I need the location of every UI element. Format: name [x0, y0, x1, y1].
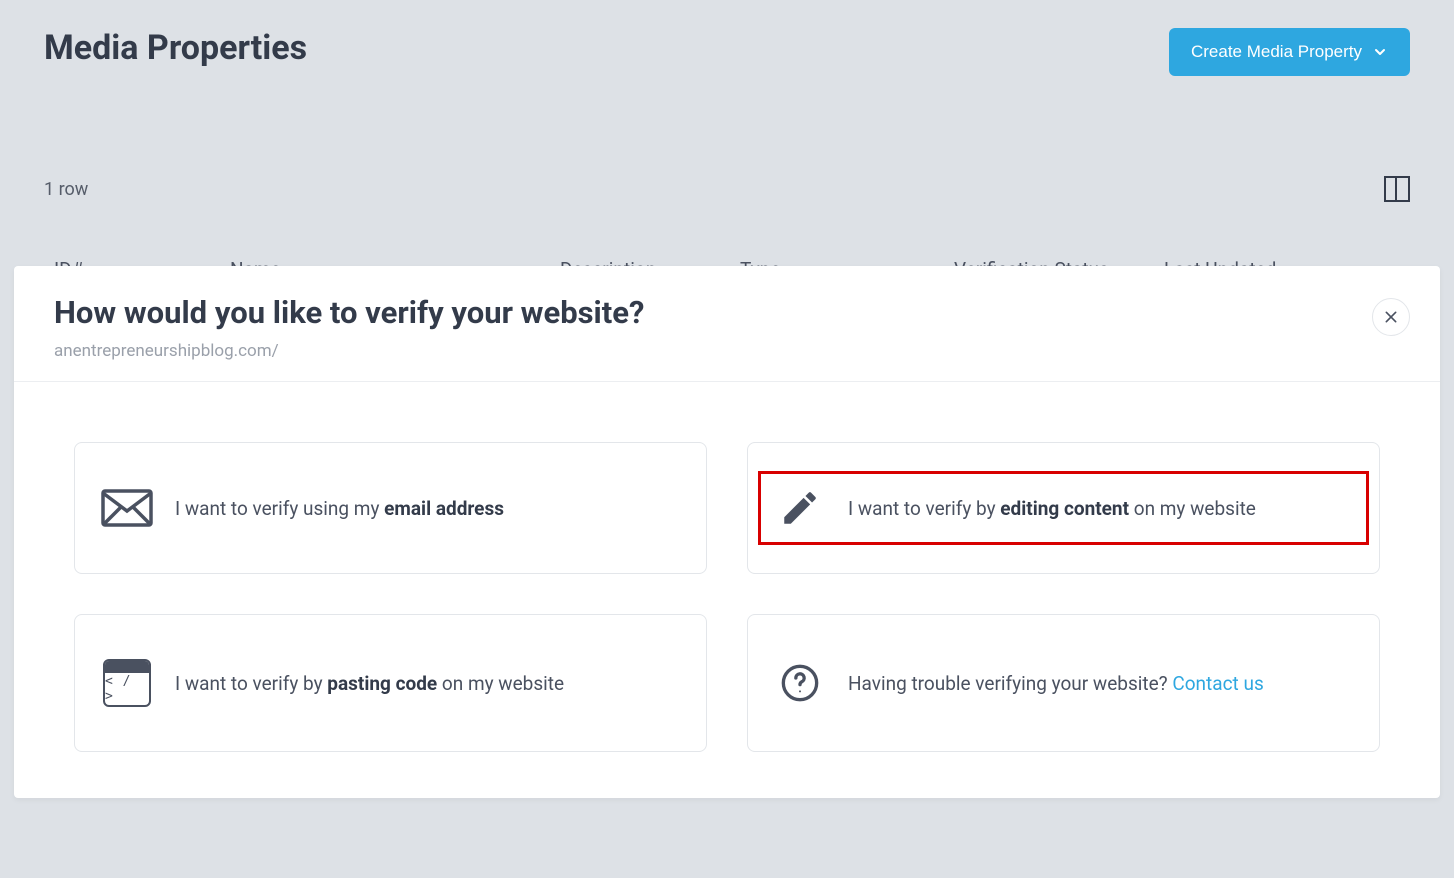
question-circle-icon: [772, 663, 828, 703]
verify-email-text: I want to verify using my email address: [175, 497, 504, 520]
verify-website-modal: How would you like to verify your websit…: [14, 266, 1440, 798]
create-media-property-button[interactable]: Create Media Property: [1169, 28, 1410, 76]
modal-close-button[interactable]: [1372, 298, 1410, 336]
code-window-icon: < / >: [99, 659, 155, 707]
modal-title: How would you like to verify your websit…: [54, 294, 1400, 331]
close-icon: [1383, 309, 1399, 325]
verify-option-paste-code[interactable]: < / > I want to verify by pasting code o…: [74, 614, 707, 752]
verify-edit-text: I want to verify by editing content on m…: [848, 497, 1256, 520]
modal-subtitle: anentrepreneurshipblog.com/: [54, 341, 1400, 361]
contact-us-link[interactable]: Contact us: [1172, 672, 1263, 695]
columns-toggle-icon[interactable]: [1384, 176, 1410, 202]
envelope-icon: [99, 489, 155, 527]
page-title: Media Properties: [44, 28, 307, 68]
pencil-icon: [772, 487, 828, 529]
verify-option-edit-content[interactable]: I want to verify by editing content on m…: [747, 442, 1380, 574]
chevron-down-icon: [1372, 44, 1388, 60]
verify-option-email[interactable]: I want to verify using my email address: [74, 442, 707, 574]
row-count-label: 1 row: [44, 179, 88, 200]
verify-help-text: Having trouble verifying your website? C…: [848, 672, 1264, 695]
verify-option-help[interactable]: Having trouble verifying your website? C…: [747, 614, 1380, 752]
create-button-label: Create Media Property: [1191, 42, 1362, 62]
verify-code-text: I want to verify by pasting code on my w…: [175, 672, 564, 695]
